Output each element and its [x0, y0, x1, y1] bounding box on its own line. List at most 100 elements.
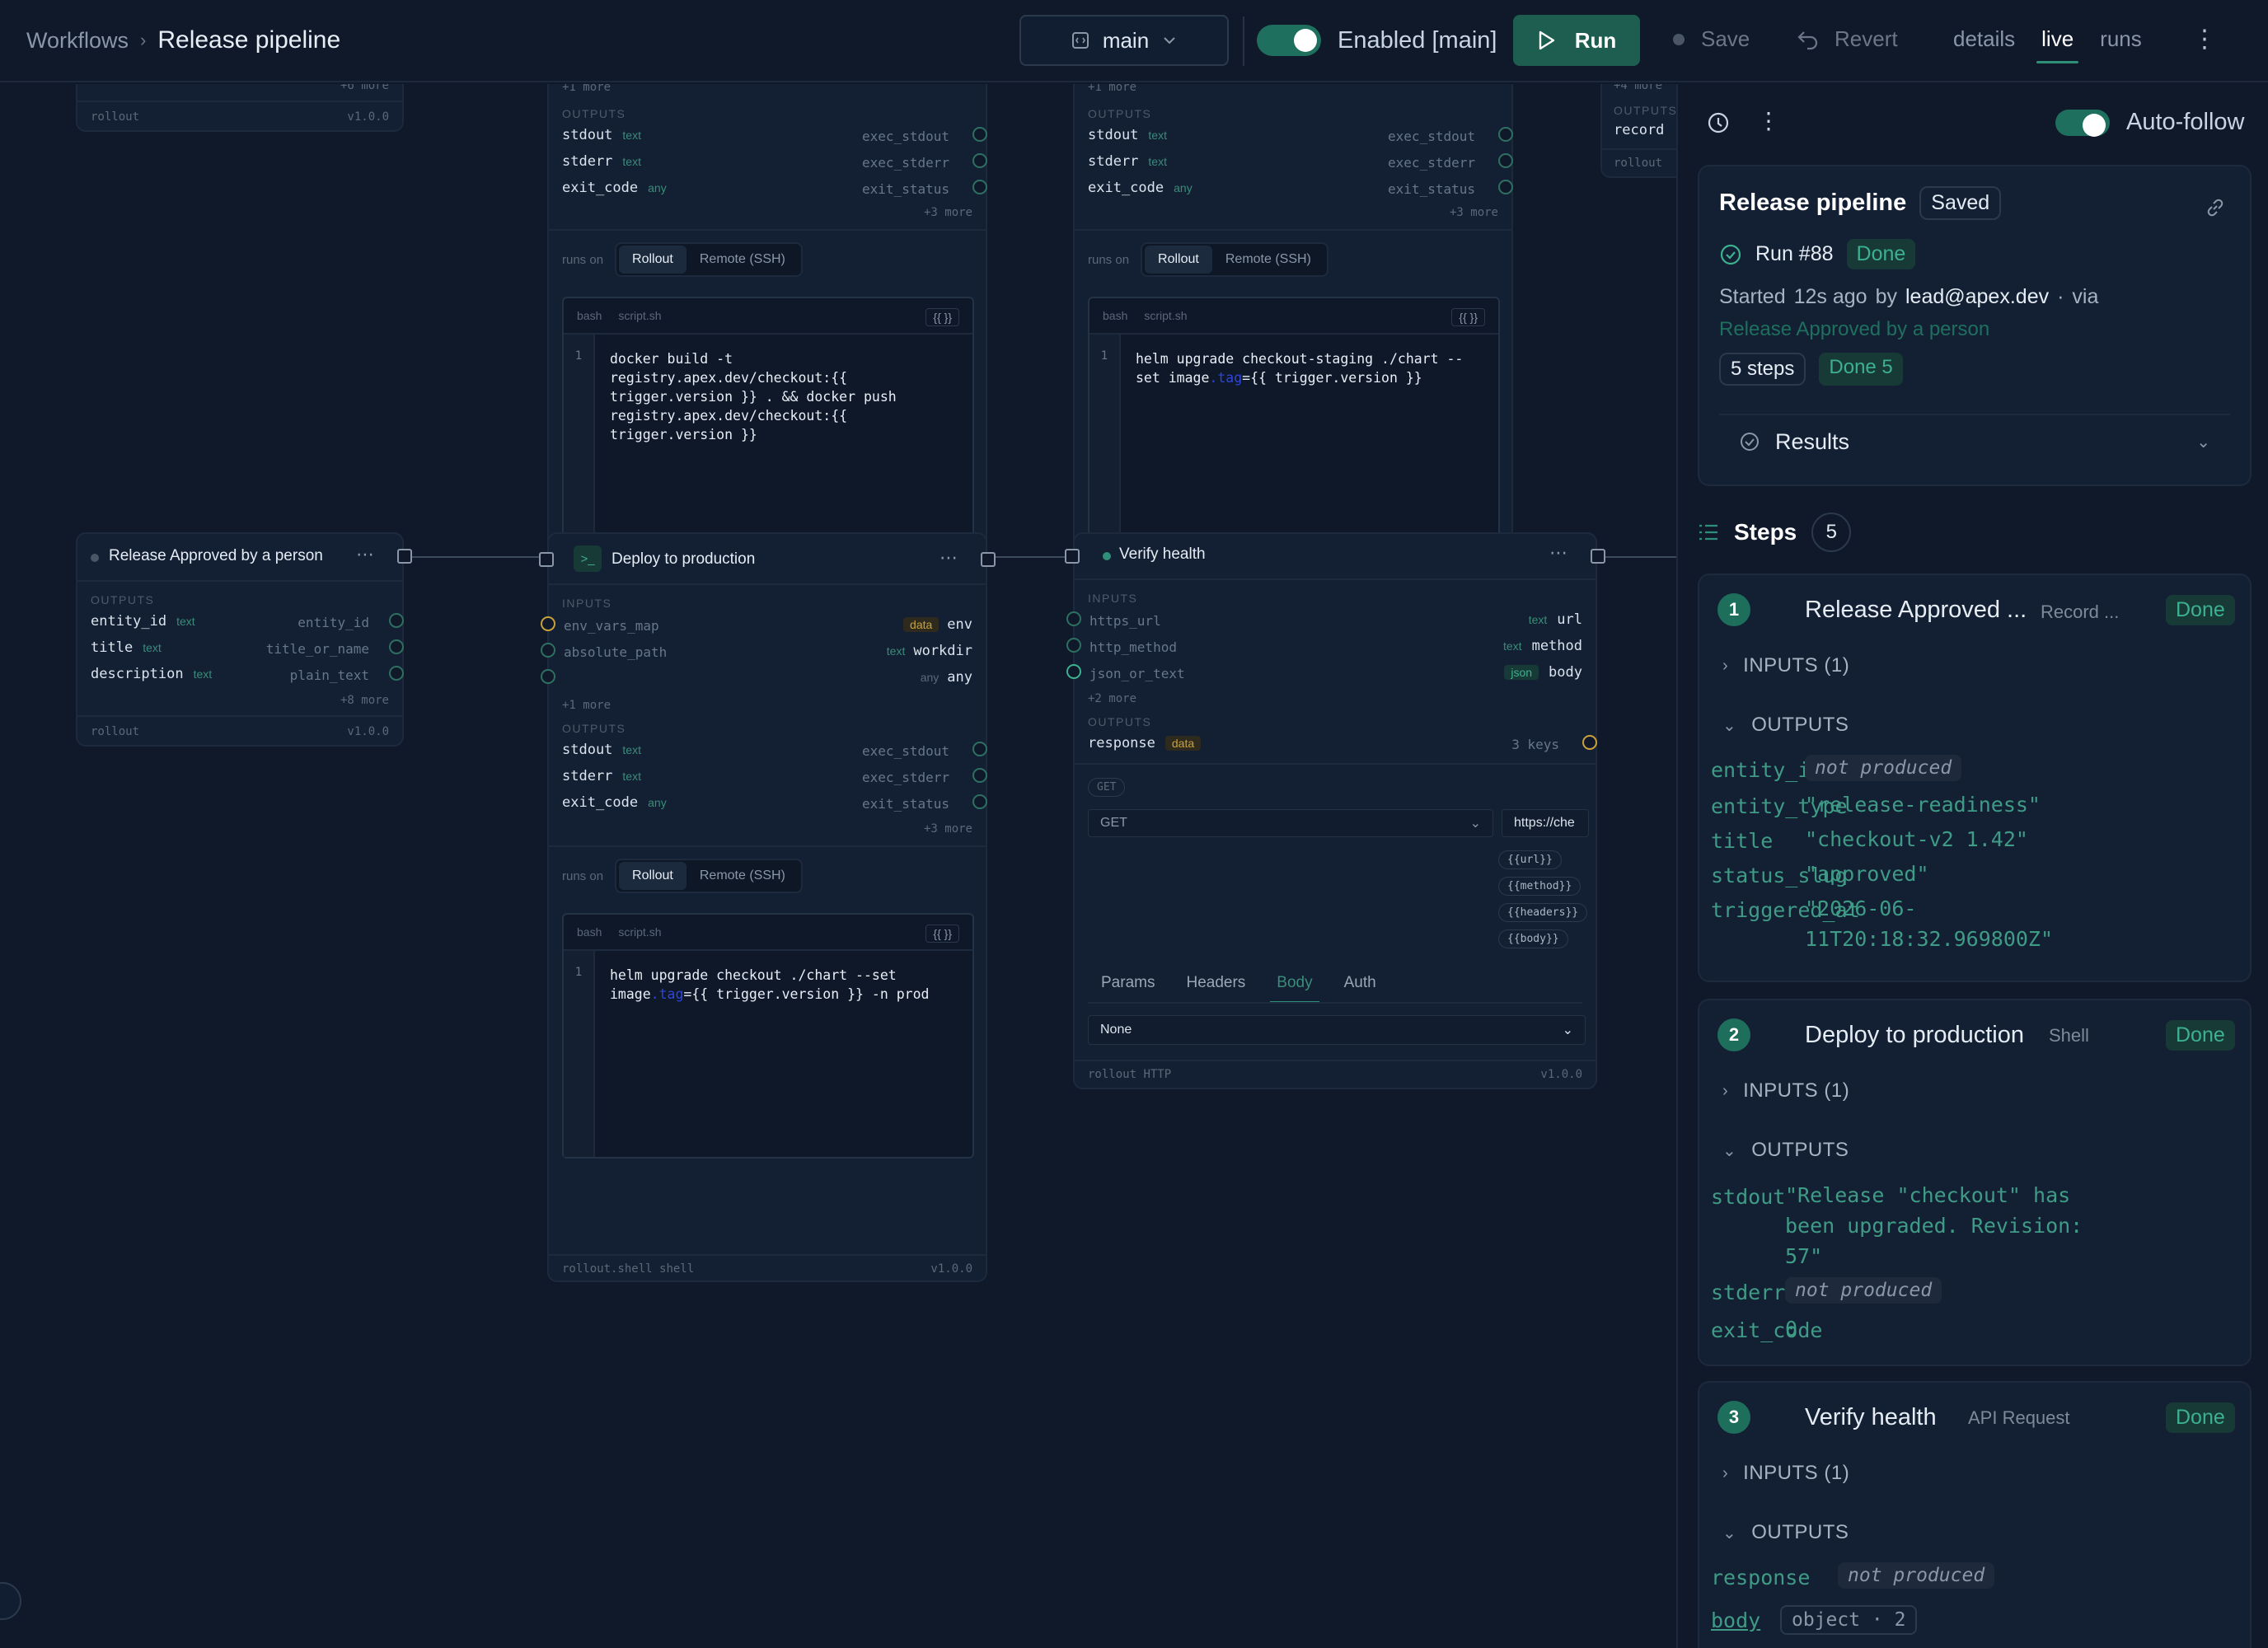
tab-auth[interactable]: Auth: [1344, 974, 1376, 992]
panel-menu-icon[interactable]: ⋮: [1757, 107, 1780, 134]
node-release-approved[interactable]: Release Approved by a person ⋯ OUTPUTS e…: [76, 532, 412, 747]
node-menu-icon[interactable]: ⋯: [940, 547, 958, 569]
enabled-toggle[interactable]: [1257, 25, 1321, 56]
breadcrumb-workflows-link[interactable]: Workflows: [26, 28, 129, 54]
body-type-select[interactable]: None ⌄: [1088, 1015, 1586, 1045]
output-port[interactable]: [389, 639, 404, 654]
output-value[interactable]: object · 2: [1780, 1605, 1918, 1635]
input-port[interactable]: [541, 643, 555, 658]
template-chip[interactable]: {{method}}: [1498, 877, 1582, 896]
runner-option-rollout[interactable]: Rollout: [1145, 246, 1212, 274]
input-port[interactable]: [1066, 638, 1081, 653]
template-chip[interactable]: {{headers}}: [1498, 903, 1588, 922]
output-port[interactable]: [972, 153, 987, 168]
more-inputs[interactable]: +1 more: [562, 699, 611, 712]
more-inputs[interactable]: +1 more: [562, 84, 611, 94]
template-chip[interactable]: {{url}}: [1498, 850, 1562, 869]
more-inputs[interactable]: +2 more: [1088, 692, 1136, 705]
insert-variable-button[interactable]: {{ }}: [925, 925, 959, 943]
template-chip[interactable]: {{body}}: [1498, 929, 1568, 948]
inputs-toggle[interactable]: › INPUTS (1): [1722, 1462, 1849, 1485]
runner-option-rollout[interactable]: Rollout: [619, 246, 686, 274]
tab-live[interactable]: live: [2036, 26, 2079, 63]
node-top-left[interactable]: +6 more rollout v1.0.0: [76, 84, 404, 132]
output-port[interactable]: [389, 666, 404, 681]
input-handle[interactable]: [1065, 549, 1080, 564]
outputs-toggle[interactable]: ⌄ OUTPUTS: [1722, 1521, 1849, 1544]
history-icon[interactable]: [1706, 110, 1731, 135]
tab-headers[interactable]: Headers: [1186, 974, 1245, 992]
inputs-toggle[interactable]: › INPUTS (1): [1722, 1079, 1849, 1103]
url-input[interactable]: https://che: [1502, 809, 1589, 837]
node-title: Release Approved by a person: [109, 547, 323, 564]
script-code[interactable]: docker build -t registry.apex.dev/checko…: [610, 349, 959, 444]
results-toggle[interactable]: Results ⌄: [1739, 419, 2210, 465]
runner-option-ssh[interactable]: Remote (SSH): [686, 862, 799, 890]
input-handle[interactable]: [539, 552, 554, 567]
step-title[interactable]: Verify health: [1805, 1404, 1937, 1431]
output-key[interactable]: body: [1711, 1608, 1760, 1632]
node-menu-icon[interactable]: ⋯: [356, 544, 374, 565]
output-port[interactable]: [1582, 735, 1597, 750]
step-title[interactable]: Release Approved ...: [1805, 597, 2027, 624]
output-port[interactable]: [1498, 127, 1513, 142]
revert-button[interactable]: Revert: [1797, 26, 1898, 52]
output-port[interactable]: [972, 180, 987, 194]
script-code[interactable]: helm upgrade checkout ./chart --set imag…: [610, 966, 959, 1004]
auto-follow-toggle[interactable]: [2055, 109, 2110, 137]
save-button[interactable]: Save: [1673, 26, 1750, 52]
canvas-collapse-handle[interactable]: [0, 1582, 21, 1620]
node-deploy-production[interactable]: >_ Deploy to production ⋯ INPUTS env_var…: [539, 532, 996, 1282]
more-outputs[interactable]: +3 more: [924, 206, 972, 219]
outputs-toggle[interactable]: ⌄ OUTPUTS: [1722, 1139, 1849, 1162]
run-button[interactable]: Run: [1513, 15, 1640, 66]
by-label: by: [1875, 285, 1897, 308]
insert-variable-button[interactable]: {{ }}: [925, 308, 959, 326]
output-port[interactable]: [1498, 153, 1513, 168]
more-outputs[interactable]: +6 more: [340, 84, 389, 92]
runner-option-rollout[interactable]: Rollout: [619, 862, 686, 890]
branch-selector[interactable]: main: [1019, 15, 1229, 66]
more-inputs[interactable]: +1 more: [1088, 84, 1136, 94]
step-title[interactable]: Deploy to production: [1805, 1022, 2024, 1049]
output-port[interactable]: [1498, 180, 1513, 194]
output-port[interactable]: [972, 768, 987, 783]
trigger-link[interactable]: Release Approved by a person: [1719, 318, 1989, 341]
insert-variable-button[interactable]: {{ }}: [1451, 308, 1485, 326]
node-verify-health[interactable]: Verify health ⋯ INPUTS https_url text url…: [1065, 532, 1605, 1089]
node-far-right[interactable]: +4 more OUTPUTS record rollout: [1600, 84, 1676, 178]
workflow-canvas[interactable]: +6 more rollout v1.0.0 +1 more OUTPUTS s…: [0, 84, 1676, 1648]
output-port[interactable]: [389, 613, 404, 628]
output-port[interactable]: [972, 794, 987, 809]
input-port[interactable]: [1066, 664, 1081, 679]
run-number[interactable]: Run #88: [1755, 242, 1834, 266]
runner-option-ssh[interactable]: Remote (SSH): [1212, 246, 1324, 274]
output-port[interactable]: [972, 742, 987, 756]
tab-runs[interactable]: runs: [2100, 26, 2142, 52]
input-port[interactable]: [541, 669, 555, 684]
node-menu-icon[interactable]: ⋯: [1549, 542, 1567, 564]
method-select[interactable]: GET ⌄: [1088, 809, 1493, 837]
inputs-toggle[interactable]: › INPUTS (1): [1722, 654, 1849, 677]
script-editor[interactable]: bash script.sh {{ }} 1 helm upgrade chec…: [562, 913, 974, 1159]
more-outputs[interactable]: +4 more: [1614, 84, 1662, 92]
output-port[interactable]: [972, 127, 987, 142]
more-outputs[interactable]: +8 more: [340, 694, 389, 707]
more-menu-icon[interactable]: ⋮: [2192, 25, 2217, 54]
script-code[interactable]: helm upgrade checkout-staging ./chart --…: [1136, 349, 1485, 387]
more-outputs[interactable]: +3 more: [924, 822, 972, 836]
output-handle[interactable]: [981, 552, 996, 567]
link-icon[interactable]: [2204, 196, 2227, 219]
runner-option-ssh[interactable]: Remote (SSH): [686, 246, 799, 274]
tab-params[interactable]: Params: [1101, 974, 1155, 992]
editor-header: bash script.sh: [564, 915, 972, 951]
more-outputs[interactable]: +3 more: [1450, 206, 1498, 219]
outputs-toggle[interactable]: ⌄ OUTPUTS: [1722, 714, 1849, 737]
output-handle[interactable]: [397, 549, 412, 564]
tab-details[interactable]: details: [1953, 26, 2015, 52]
output-handle[interactable]: [1591, 549, 1605, 564]
step-subtitle: Record ...: [2041, 602, 2120, 622]
tab-body[interactable]: Body: [1270, 974, 1319, 1004]
input-port[interactable]: [541, 616, 555, 631]
input-port[interactable]: [1066, 611, 1081, 626]
